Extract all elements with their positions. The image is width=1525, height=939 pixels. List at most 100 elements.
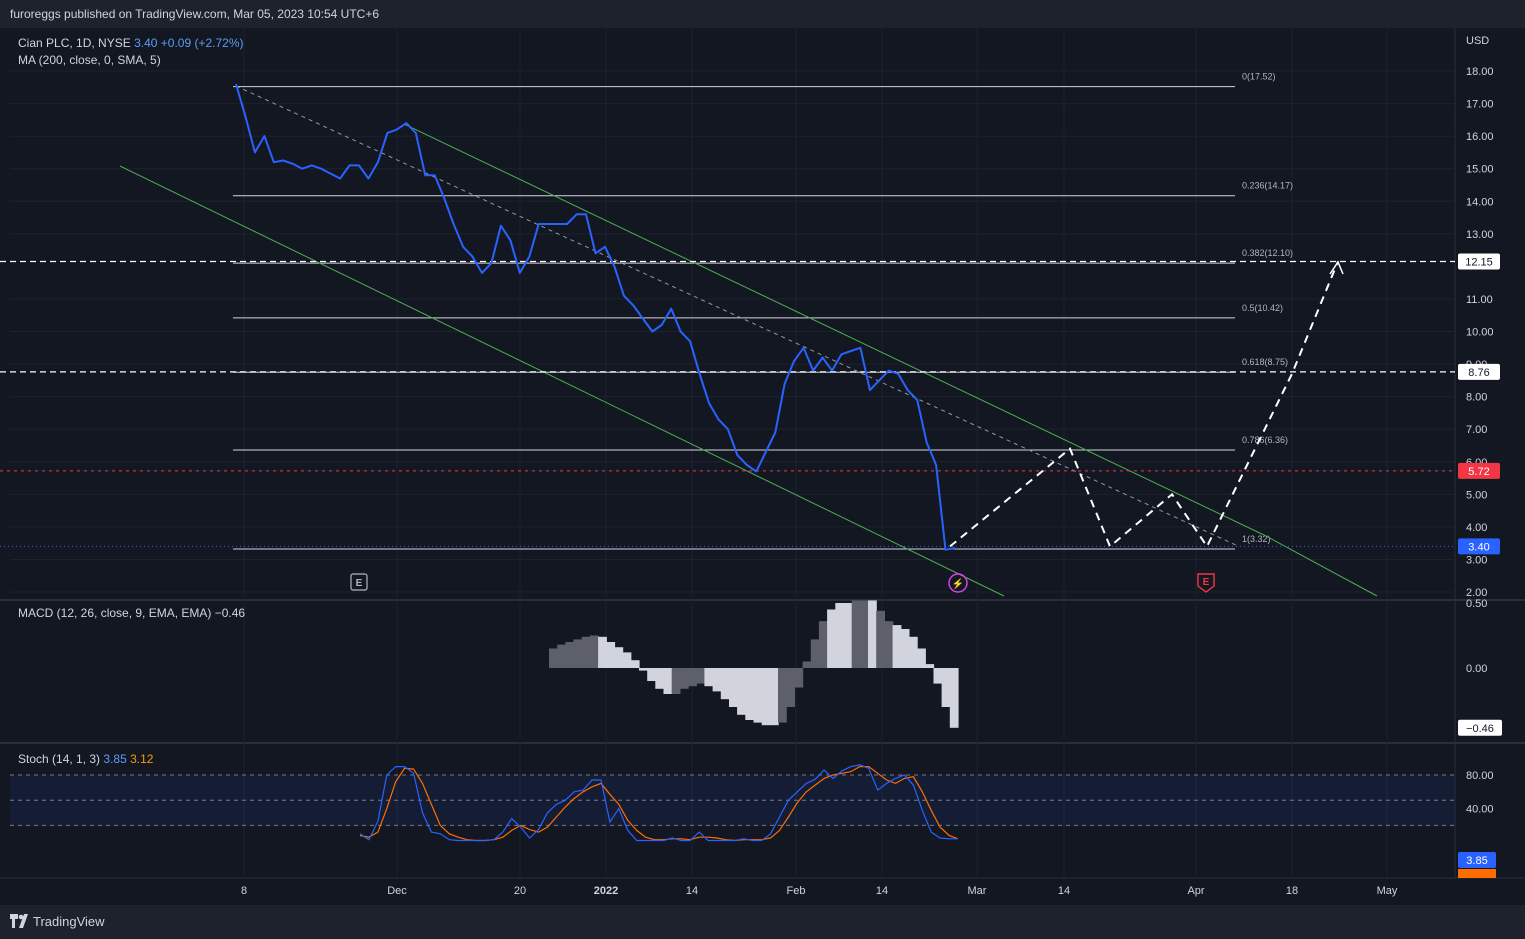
macd-histogram-bar [900, 629, 910, 668]
macd-histogram-bar [827, 609, 836, 668]
macd-histogram-bar [802, 661, 812, 668]
y-tick-label: 10.00 [1466, 327, 1494, 339]
stoch-k-badge-label: 3.85 [1466, 855, 1487, 867]
symbol-title: Cian PLC, 1D, NYSE [18, 36, 131, 50]
stoch-d-badge [1458, 869, 1496, 878]
lightning-marker-label: ⚡ [952, 577, 964, 590]
macd-histogram-bar [769, 668, 779, 726]
macd-histogram-bar [647, 668, 656, 681]
macd-value: −0.46 [214, 606, 246, 620]
ma-title: MA (200, close, 0, SMA, 5) [18, 53, 161, 67]
macd-histogram-bar [933, 668, 943, 684]
macd-histogram-bar [630, 660, 640, 668]
price-badge-label: 8.76 [1468, 367, 1489, 379]
brand-name: TradingView [33, 914, 105, 929]
macd-histogram-bar [581, 636, 591, 668]
y-tick-label: 13.00 [1466, 229, 1494, 241]
symbol-legend: Cian PLC, 1D, NYSE 3.40 +0.09 (+2.72%) [18, 36, 244, 50]
macd-histogram-bar [737, 668, 746, 715]
macd-title: MACD (12, 26, close, 9, EMA, EMA) [18, 606, 212, 620]
fibonacci-level-label: 0.786(6.36) [1242, 435, 1288, 445]
earnings-marker-label: E [356, 578, 363, 589]
fibonacci-level-label: 1(3.32) [1242, 534, 1271, 544]
y-tick-label: 11.00 [1466, 294, 1493, 306]
x-tick-label: 14 [876, 885, 888, 897]
macd-histogram-bar [941, 668, 951, 707]
fibonacci-level-label: 0.5(10.42) [1242, 303, 1283, 313]
macd-histogram-bar [598, 636, 607, 668]
y-tick-label: 4.00 [1466, 522, 1487, 534]
stoch-k-value: 3.85 [103, 752, 127, 766]
stoch-axis-label: 40.00 [1466, 804, 1494, 816]
x-tick-label: 18 [1286, 885, 1298, 897]
publish-text: furoreggs published on TradingView.com, … [10, 7, 379, 21]
macd-axis-label: 0.00 [1466, 663, 1487, 675]
macd-legend: MACD (12, 26, close, 9, EMA, EMA) −0.46 [18, 606, 245, 620]
fibonacci-level-label: 0.382(12.10) [1242, 248, 1293, 258]
macd-histogram-bar [696, 668, 705, 684]
y-tick-label: 16.00 [1466, 131, 1494, 143]
macd-histogram-bar [859, 600, 869, 668]
earnings-upcoming-label: E [1203, 577, 1210, 588]
macd-histogram-bar [818, 621, 828, 668]
macd-histogram-bar [778, 668, 787, 723]
y-tick-label: 17.00 [1466, 99, 1494, 111]
macd-histogram-bar [712, 668, 722, 692]
macd-histogram-bar [835, 603, 845, 668]
y-tick-label: 8.00 [1466, 392, 1487, 404]
ma-legend: MA (200, close, 0, SMA, 5) [18, 53, 161, 67]
macd-histogram-bar [794, 668, 804, 688]
price-badge-label: 5.72 [1468, 466, 1489, 478]
stoch-axis-label: 80.00 [1466, 770, 1494, 782]
macd-value-badge-label: −0.46 [1466, 723, 1494, 735]
tradingview-logo-icon [10, 914, 28, 928]
x-tick-label: Mar [968, 885, 987, 897]
price-change: +0.09 (+2.72%) [160, 36, 244, 50]
macd-histogram-bar [606, 642, 616, 668]
macd-histogram-bar [622, 652, 632, 668]
stoch-d-value: 3.12 [130, 752, 154, 766]
x-tick-label: 8 [241, 885, 247, 897]
macd-histogram-bar [549, 648, 558, 668]
macd-histogram-bar [851, 600, 861, 668]
macd-histogram-bar [589, 635, 599, 668]
macd-histogram-bar [843, 603, 853, 668]
macd-histogram-bar [704, 668, 714, 687]
macd-histogram-bar [925, 664, 935, 668]
x-tick-label: 14 [1058, 885, 1070, 897]
macd-histogram-bar [565, 642, 575, 668]
macd-histogram-bar [949, 668, 959, 728]
stoch-legend: Stoch (14, 1, 3) 3.85 3.12 [18, 752, 153, 766]
macd-histogram-bar [917, 648, 926, 668]
y-tick-label: 7.00 [1466, 424, 1487, 436]
macd-histogram-bar [679, 668, 689, 689]
y-tick-label: 3.00 [1466, 554, 1487, 566]
last-price: 3.40 [134, 36, 158, 50]
x-tick-label: May [1377, 885, 1398, 897]
x-tick-label: Dec [387, 885, 407, 897]
x-tick-label: Feb [787, 885, 806, 897]
macd-axis-label: 0.50 [1466, 598, 1487, 610]
price-badge-label: 12.15 [1465, 256, 1493, 268]
macd-histogram-bar [761, 668, 771, 726]
x-tick-label: 2022 [594, 885, 618, 897]
macd-histogram-bar [745, 668, 755, 720]
macd-histogram-bar [892, 625, 902, 668]
x-tick-label: Apr [1187, 885, 1204, 897]
stoch-title: Stoch (14, 1, 3) [18, 752, 101, 766]
publish-info: furoreggs published on TradingView.com, … [0, 0, 1525, 28]
fibonacci-level-label: 0.236(14.17) [1242, 181, 1293, 191]
macd-histogram-bar [573, 639, 583, 668]
macd-histogram-bar [614, 647, 624, 668]
price-badge-label: 3.40 [1468, 541, 1489, 553]
x-tick-label: 14 [686, 885, 698, 897]
price-chart[interactable]: USD 18.00 17.00 16.00 15.00 14.00 13.00 11.00 10… [0, 28, 1525, 905]
macd-histogram-bar [720, 668, 730, 700]
y-tick-label: 5.00 [1466, 489, 1487, 501]
macd-histogram-bar [688, 668, 697, 687]
macd-histogram-bar [868, 600, 877, 668]
macd-histogram-bar [753, 668, 763, 723]
macd-histogram-bar [876, 610, 885, 668]
macd-histogram-bar [729, 668, 738, 707]
x-tick-label: 20 [514, 885, 526, 897]
